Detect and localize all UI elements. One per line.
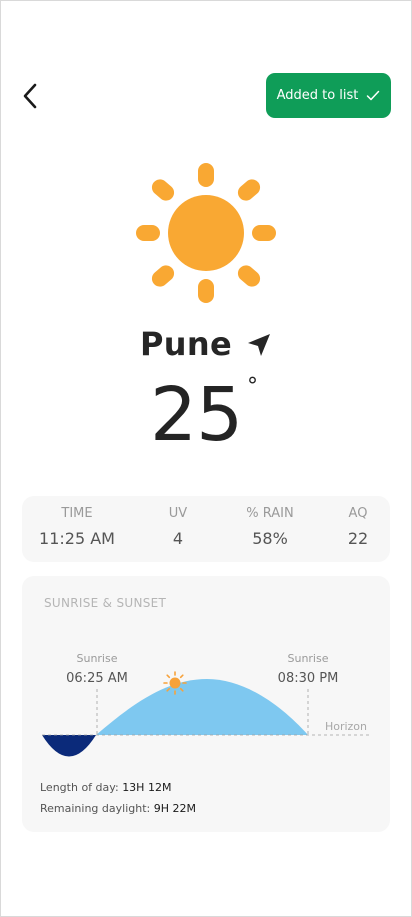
sunrise-label: Sunrise (76, 652, 117, 665)
check-icon (366, 90, 380, 101)
stat-time: TIME 11:25 AM (34, 496, 120, 562)
temperature-value: 25 (150, 372, 243, 458)
remaining-daylight-label: Remaining daylight: (40, 802, 151, 815)
stat-value: 58% (252, 529, 288, 548)
stat-value: 11:25 AM (39, 529, 115, 548)
stat-label: AQ (348, 506, 368, 521)
length-of-day-label: Length of day: (40, 781, 119, 794)
remaining-daylight-value: 9H 22M (153, 802, 196, 815)
back-button[interactable] (16, 80, 44, 112)
length-of-day: Length of day: 13H 12M (40, 781, 171, 794)
stats-card: TIME 11:25 AM UV 4 % RAIN 58% AQ 22 (22, 496, 390, 562)
sun-icon (136, 163, 276, 303)
city-row: Pune (0, 320, 412, 368)
sunset-label: Sunrise (287, 652, 328, 665)
stat-aq: AQ 22 (328, 496, 388, 562)
stat-label: UV (168, 506, 188, 521)
horizon-label: Horizon (325, 720, 367, 733)
chevron-left-icon (23, 83, 37, 109)
sunrise-time: 06:25 AM (66, 671, 128, 686)
stat-rain: % RAIN 58% (232, 496, 308, 562)
city-name: Pune (140, 325, 232, 363)
temperature-row: 25 ° (0, 372, 412, 462)
degree-symbol: ° (247, 374, 258, 399)
stat-label: % RAIN (246, 506, 294, 521)
added-to-list-label: Added to list (276, 88, 359, 103)
daylight-region (96, 679, 308, 735)
length-of-day-value: 13H 12M (122, 781, 172, 794)
sunset-time: 08:30 PM (278, 671, 339, 686)
night-region (42, 735, 96, 757)
stat-value: 4 (172, 529, 184, 548)
stat-uv: UV 4 (148, 496, 208, 562)
stat-label: TIME (61, 506, 93, 521)
stat-value: 22 (347, 529, 369, 548)
added-to-list-button[interactable]: Added to list (266, 73, 391, 118)
remaining-daylight: Remaining daylight: 9H 22M (40, 802, 196, 815)
sunrise-sunset-card: SUNRISE & SUNSET Sunrise 06:25 AM Sunris… (22, 576, 390, 832)
current-sun-icon (163, 671, 187, 695)
navigation-arrow-icon[interactable] (246, 332, 272, 358)
